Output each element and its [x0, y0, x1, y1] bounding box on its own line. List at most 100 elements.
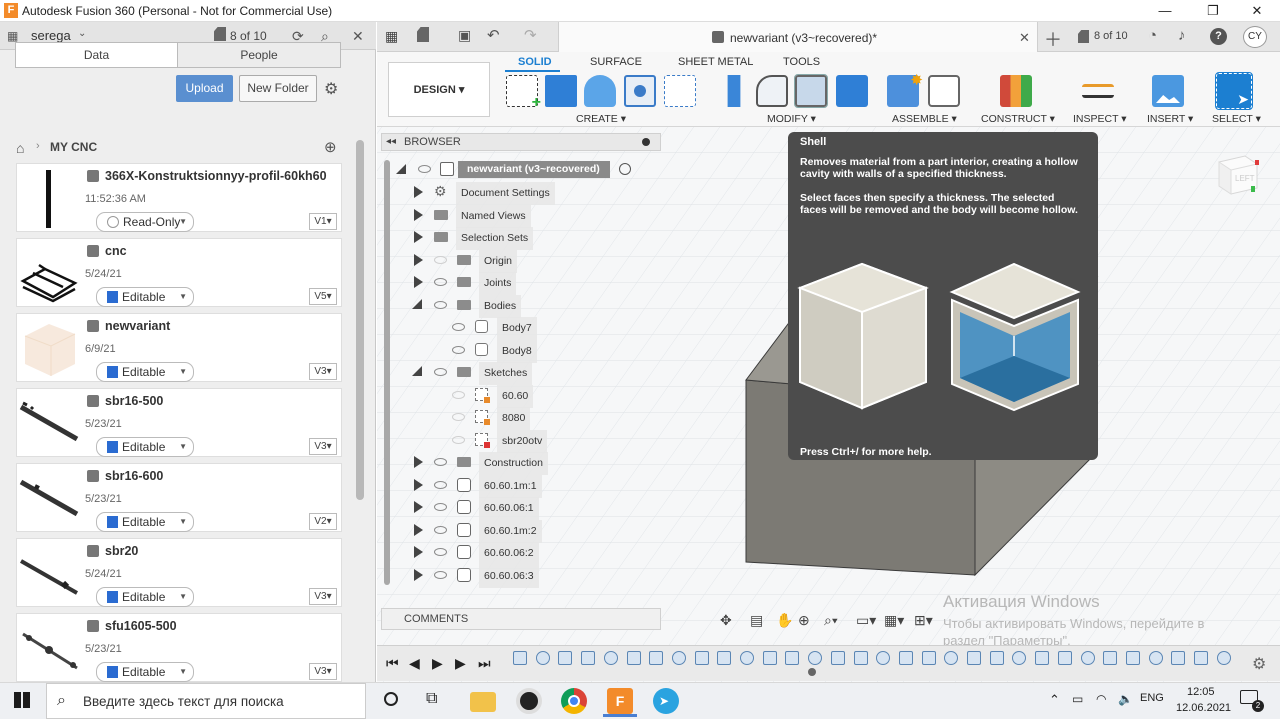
timeline-extrude-icon[interactable] — [853, 651, 868, 665]
expand-icon[interactable] — [414, 569, 423, 581]
browser-panel-header[interactable]: ◂◂ BROWSER — [381, 133, 661, 151]
look-at-icon[interactable]: ▤ — [750, 612, 763, 629]
taskbar-search[interactable]: ⌕ Введите здесь текст для поиска — [46, 683, 366, 719]
timeline-extrude-icon[interactable] — [1125, 651, 1140, 665]
expand-icon[interactable] — [414, 546, 423, 558]
create-menu[interactable]: CREATE ▾ — [576, 113, 626, 125]
file-card[interactable]: cnc 5/24/21 Editable ▼ V5▾ — [16, 238, 342, 307]
file-name[interactable]: newvariant — [105, 319, 170, 333]
timeline-move-icon[interactable] — [785, 651, 800, 665]
create-sketch-icon[interactable]: + — [506, 75, 541, 111]
timeline-extrude-icon[interactable] — [671, 651, 686, 665]
pan-icon[interactable]: ✋ — [776, 612, 793, 629]
eye-icon[interactable] — [434, 458, 447, 466]
file-explorer-icon[interactable] — [470, 692, 496, 712]
status-dropdown[interactable]: Editable ▼ — [96, 287, 194, 307]
expand-icon[interactable] — [414, 254, 423, 266]
revolve-icon[interactable] — [584, 75, 616, 107]
wifi-icon[interactable]: ◠ — [1096, 692, 1106, 706]
timeline-sketch-icon[interactable] — [830, 651, 845, 665]
status-dropdown[interactable]: Editable ▼ — [96, 662, 194, 682]
timeline-move-icon[interactable] — [649, 651, 664, 665]
timeline-combine-icon[interactable] — [967, 651, 981, 665]
save-icon[interactable]: ▣ — [458, 27, 471, 44]
redo-icon[interactable]: ↷ — [524, 26, 537, 44]
status-dropdown[interactable]: Read-Only ▼ — [96, 212, 194, 232]
expand-icon[interactable] — [414, 479, 423, 491]
workspace-switcher[interactable]: DESIGN ▾ — [388, 62, 490, 117]
tab-sheet-metal[interactable]: SHEET METAL — [678, 56, 753, 68]
viewports-icon[interactable]: ⊞▾ — [914, 612, 933, 629]
eye-icon[interactable] — [418, 165, 431, 173]
status-dropdown[interactable]: Editable ▼ — [96, 362, 194, 382]
eye-icon[interactable] — [434, 256, 447, 264]
display-settings-icon[interactable]: ▭▾ — [856, 612, 876, 629]
expand-icon[interactable] — [414, 186, 423, 198]
shell-icon[interactable] — [794, 74, 828, 108]
timeline-move-icon[interactable] — [1148, 651, 1163, 665]
pattern-icon[interactable] — [664, 75, 696, 107]
browser-node[interactable]: Joints — [412, 272, 652, 295]
battery-icon[interactable]: ▭ — [1072, 692, 1083, 706]
timeline-sketch-icon[interactable] — [513, 651, 527, 665]
minimize-button[interactable]: — — [1142, 0, 1188, 22]
job-status-icon[interactable]: ◔ — [1148, 27, 1157, 44]
fusion360-taskbar-icon[interactable]: F — [607, 688, 633, 714]
timeline-sketch-icon[interactable] — [1057, 651, 1072, 665]
chevron-down-icon[interactable]: ⌄ — [78, 28, 86, 39]
file-menu-icon[interactable] — [417, 27, 429, 42]
notifications-icon[interactable]: ♪ — [1178, 27, 1186, 44]
expand-icon[interactable] — [414, 231, 423, 243]
inspect-menu[interactable]: INSPECT ▾ — [1073, 113, 1127, 125]
construct-menu[interactable]: CONSTRUCT ▾ — [981, 113, 1055, 125]
step-back-icon[interactable]: ◀ — [409, 655, 420, 672]
eye-icon[interactable] — [452, 413, 465, 421]
document-tab[interactable]: newvariant (v3~recovered)* ✕ — [558, 22, 1038, 54]
file-name[interactable]: sbr20 — [105, 544, 138, 558]
avatar[interactable]: CY — [1243, 26, 1267, 48]
timeline-extrude-icon[interactable] — [808, 651, 823, 665]
browser-node[interactable]: 8080 — [412, 407, 652, 430]
cortana-icon[interactable] — [384, 692, 398, 706]
eye-icon[interactable] — [434, 503, 447, 511]
timeline-sketch-icon[interactable] — [558, 651, 573, 665]
browser-node[interactable]: Bodies — [412, 295, 652, 318]
upload-button[interactable]: Upload — [176, 75, 233, 102]
status-dropdown[interactable]: Editable ▼ — [96, 587, 194, 607]
browser-node[interactable]: 60.60.06:3 — [412, 565, 652, 588]
eye-icon[interactable] — [434, 548, 447, 556]
eye-icon[interactable] — [434, 526, 447, 534]
grid-settings-icon[interactable]: ▦▾ — [884, 612, 904, 629]
version-badge[interactable]: V3▾ — [309, 363, 337, 380]
combine-icon[interactable] — [836, 75, 868, 107]
eye-icon[interactable] — [434, 481, 447, 489]
tab-tools[interactable]: TOOLS — [783, 56, 820, 68]
eye-icon[interactable] — [452, 346, 465, 354]
browser-node[interactable]: Body7 — [412, 317, 652, 340]
windows-start-icon[interactable] — [14, 692, 30, 708]
help-icon[interactable]: ? — [1210, 28, 1227, 45]
eye-icon[interactable] — [452, 436, 465, 444]
file-list-scrollbar[interactable] — [356, 140, 364, 500]
go-to-end-icon[interactable]: ⏭ — [478, 655, 491, 672]
zoom-icon[interactable]: ⊕ — [798, 612, 810, 629]
modify-menu[interactable]: MODIFY ▾ — [767, 113, 816, 125]
file-name[interactable]: sbr16-600 — [105, 469, 163, 483]
insert-menu[interactable]: INSERT ▾ — [1147, 113, 1193, 125]
version-badge[interactable]: V5▾ — [309, 288, 337, 305]
browser-node[interactable]: sbr20otv — [412, 430, 652, 453]
new-project-icon[interactable]: ⊕ — [324, 138, 337, 156]
browser-node[interactable]: 60.60.06:2 — [412, 542, 652, 565]
close-tab-icon[interactable]: ✕ — [1019, 30, 1030, 46]
timeline-sketch-icon[interactable] — [1194, 651, 1208, 665]
telegram-icon[interactable]: ➤ — [653, 688, 679, 714]
timeline-sketch-icon[interactable] — [1103, 651, 1118, 665]
version-badge[interactable]: V3▾ — [309, 663, 337, 680]
collapse-icon[interactable] — [412, 299, 422, 309]
file-name[interactable]: sbr16-500 — [105, 394, 163, 408]
timeline-extrude-icon[interactable] — [535, 651, 550, 665]
new-tab-icon[interactable]: ＋ — [1044, 26, 1062, 52]
timeline-extrude-icon[interactable] — [1035, 651, 1050, 665]
file-card[interactable]: sbr16-600 5/23/21 Editable ▼ V2▾ — [16, 463, 342, 532]
project-user[interactable]: serega — [31, 28, 71, 43]
